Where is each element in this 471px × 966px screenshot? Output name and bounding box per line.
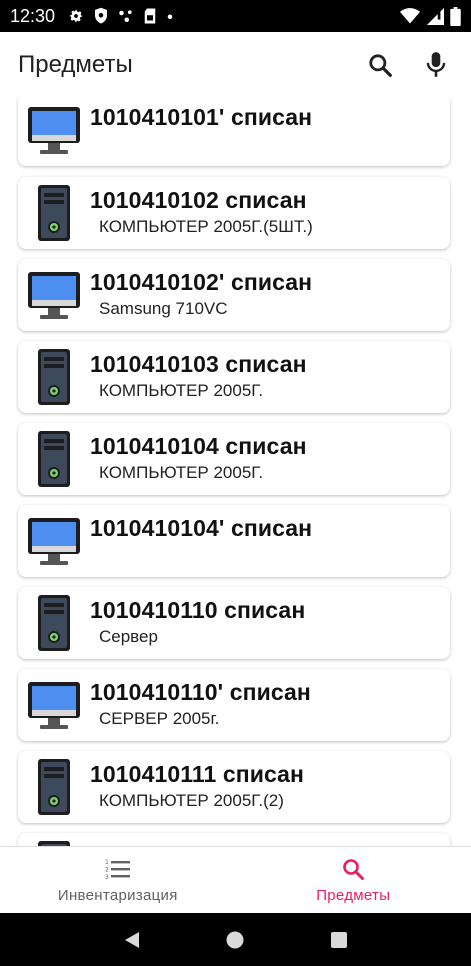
item-subtitle: КОМПЬЮТЕР 2005Г.(2) — [99, 791, 284, 810]
bottom-nav: 123 Инвентаризация Предметы — [0, 846, 471, 913]
system-nav-bar — [0, 913, 471, 966]
recents-icon[interactable] — [329, 930, 349, 950]
list-item[interactable]: 1010410110' списан СЕРВЕР 2005г. — [18, 669, 450, 741]
pc-tower-icon — [38, 185, 70, 241]
item-subtitle: Samsung 710VC — [99, 299, 228, 318]
search-icon — [343, 858, 365, 880]
item-subtitle: КОМПЬЮТЕР 2005Г.(5ШТ.) — [99, 217, 313, 236]
signal-icon — [426, 7, 444, 25]
wifi-icon — [400, 8, 420, 24]
item-title: 1010410102' списан — [90, 269, 313, 295]
item-title: 1010410102 списан — [90, 187, 307, 213]
search-icon[interactable] — [367, 52, 393, 78]
list-item[interactable]: 1010410102 списан КОМПЬЮТЕР 2005Г.(5ШТ.) — [18, 177, 450, 249]
app-bar: Предметы — [0, 32, 471, 98]
list-item[interactable]: 1010410104' списан — [18, 505, 450, 577]
item-title: 1010410110 списан — [90, 597, 306, 623]
item-subtitle: СЕРВЕР 2005г. — [99, 709, 220, 728]
monitor-icon — [28, 272, 80, 319]
list-item[interactable] — [18, 833, 450, 846]
numbered-list-icon: 123 — [105, 859, 130, 881]
items-list[interactable]: 1010410101' списан 1010410102 списан КОМ… — [0, 98, 471, 846]
page-title: Предметы — [18, 51, 133, 78]
svg-text:2: 2 — [105, 866, 109, 873]
mic-icon[interactable] — [425, 51, 447, 79]
item-title: 1010410110' списан — [90, 679, 311, 705]
item-title: 1010410111 списан — [90, 761, 305, 787]
status-bar: 12:30 — [0, 0, 471, 32]
svg-text:3: 3 — [105, 874, 109, 881]
item-title: 1010410104 списан — [90, 433, 307, 459]
nav-inventory[interactable]: 123 Инвентаризация — [0, 847, 236, 913]
home-icon[interactable] — [225, 930, 245, 950]
nav-items-label: Предметы — [316, 886, 391, 904]
item-title: 1010410103 списан — [90, 351, 307, 377]
list-item[interactable]: 1010410102' списан Samsung 710VC — [18, 259, 450, 331]
pc-tower-icon — [38, 759, 70, 815]
back-icon[interactable] — [122, 930, 142, 950]
list-item[interactable]: 1010410104 списан КОМПЬЮТЕР 2005Г. — [18, 423, 450, 495]
item-subtitle: Сервер — [99, 627, 158, 646]
sim-icon — [144, 8, 156, 24]
nav-items[interactable]: Предметы — [236, 847, 471, 913]
pc-tower-icon — [38, 595, 70, 651]
list-item[interactable]: 1010410111 списан КОМПЬЮТЕР 2005Г.(2) — [18, 751, 450, 823]
gear-icon — [69, 9, 83, 23]
status-time: 12:30 — [10, 5, 56, 26]
pc-tower-icon — [38, 349, 70, 405]
item-title: 1010410101' списан — [90, 104, 313, 130]
shield-icon — [95, 7, 108, 24]
pc-tower-icon — [38, 841, 70, 846]
monitor-icon — [28, 682, 80, 729]
dot-icon — [167, 14, 173, 19]
list-item[interactable]: 1010410103 списан КОМПЬЮТЕР 2005Г. — [18, 341, 450, 413]
svg-text:1: 1 — [105, 859, 109, 866]
item-subtitle: КОМПЬЮТЕР 2005Г. — [99, 463, 264, 482]
pc-tower-icon — [38, 431, 70, 487]
monitor-icon — [28, 107, 80, 154]
item-title: 1010410104' списан — [90, 515, 313, 541]
item-subtitle: КОМПЬЮТЕР 2005Г. — [99, 381, 264, 400]
dots-icon — [119, 10, 132, 22]
battery-icon — [450, 6, 461, 26]
list-item[interactable]: 1010410110 списан Сервер — [18, 587, 450, 659]
monitor-icon — [28, 518, 80, 565]
nav-inventory-label: Инвентаризация — [57, 886, 178, 904]
list-item[interactable]: 1010410101' списан — [18, 98, 450, 166]
